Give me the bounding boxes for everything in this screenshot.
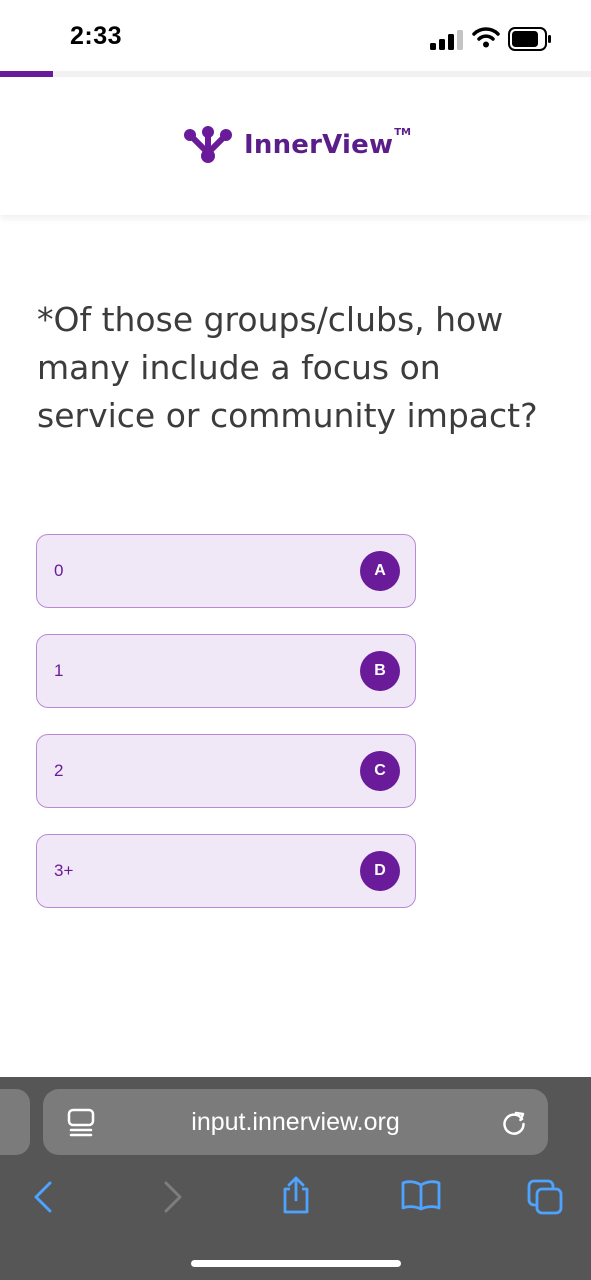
battery-icon: [508, 27, 551, 51]
logo-trademark: TM: [394, 127, 411, 138]
answer-option-d[interactable]: 3+ D: [36, 834, 416, 908]
innerview-logo-mark-icon: [184, 126, 232, 163]
answer-option-label: 2: [54, 761, 64, 780]
answer-option-label: 0: [54, 561, 64, 580]
address-bar[interactable]: input.innerview.org: [43, 1089, 548, 1155]
tabs-icon[interactable]: [527, 1179, 563, 1215]
share-icon[interactable]: [280, 1175, 312, 1215]
home-indicator: [191, 1260, 401, 1267]
question-text: *Of those groups/clubs, how many include…: [37, 300, 538, 435]
url-text[interactable]: input.innerview.org: [43, 1089, 548, 1155]
forward-icon[interactable]: [162, 1181, 184, 1213]
previous-tab-preview[interactable]: [0, 1089, 30, 1155]
back-icon[interactable]: [32, 1181, 54, 1213]
answer-option-key-badge: B: [360, 651, 400, 691]
app-header: InnerView TM: [0, 77, 591, 215]
reload-icon[interactable]: [501, 1110, 527, 1136]
answer-option-key-badge: C: [360, 751, 400, 791]
answer-option-b[interactable]: 1 B: [36, 634, 416, 708]
status-bar: 2:33: [0, 0, 591, 72]
answer-option-key-badge: A: [360, 551, 400, 591]
status-time: 2:33: [70, 22, 123, 50]
answer-option-key-badge: D: [360, 851, 400, 891]
cellular-signal-icon: [430, 30, 463, 50]
answer-option-label: 1: [54, 661, 64, 680]
wifi-icon: [472, 27, 500, 48]
browser-toolbar: input.innerview.org: [0, 1077, 591, 1280]
bookmarks-icon[interactable]: [401, 1179, 441, 1211]
answer-option-label: 3+: [54, 861, 74, 880]
answer-option-c[interactable]: 2 C: [36, 734, 416, 808]
innerview-logo: InnerView TM: [182, 125, 411, 165]
answer-option-a[interactable]: 0 A: [36, 534, 416, 608]
logo-text: InnerView: [244, 130, 394, 160]
